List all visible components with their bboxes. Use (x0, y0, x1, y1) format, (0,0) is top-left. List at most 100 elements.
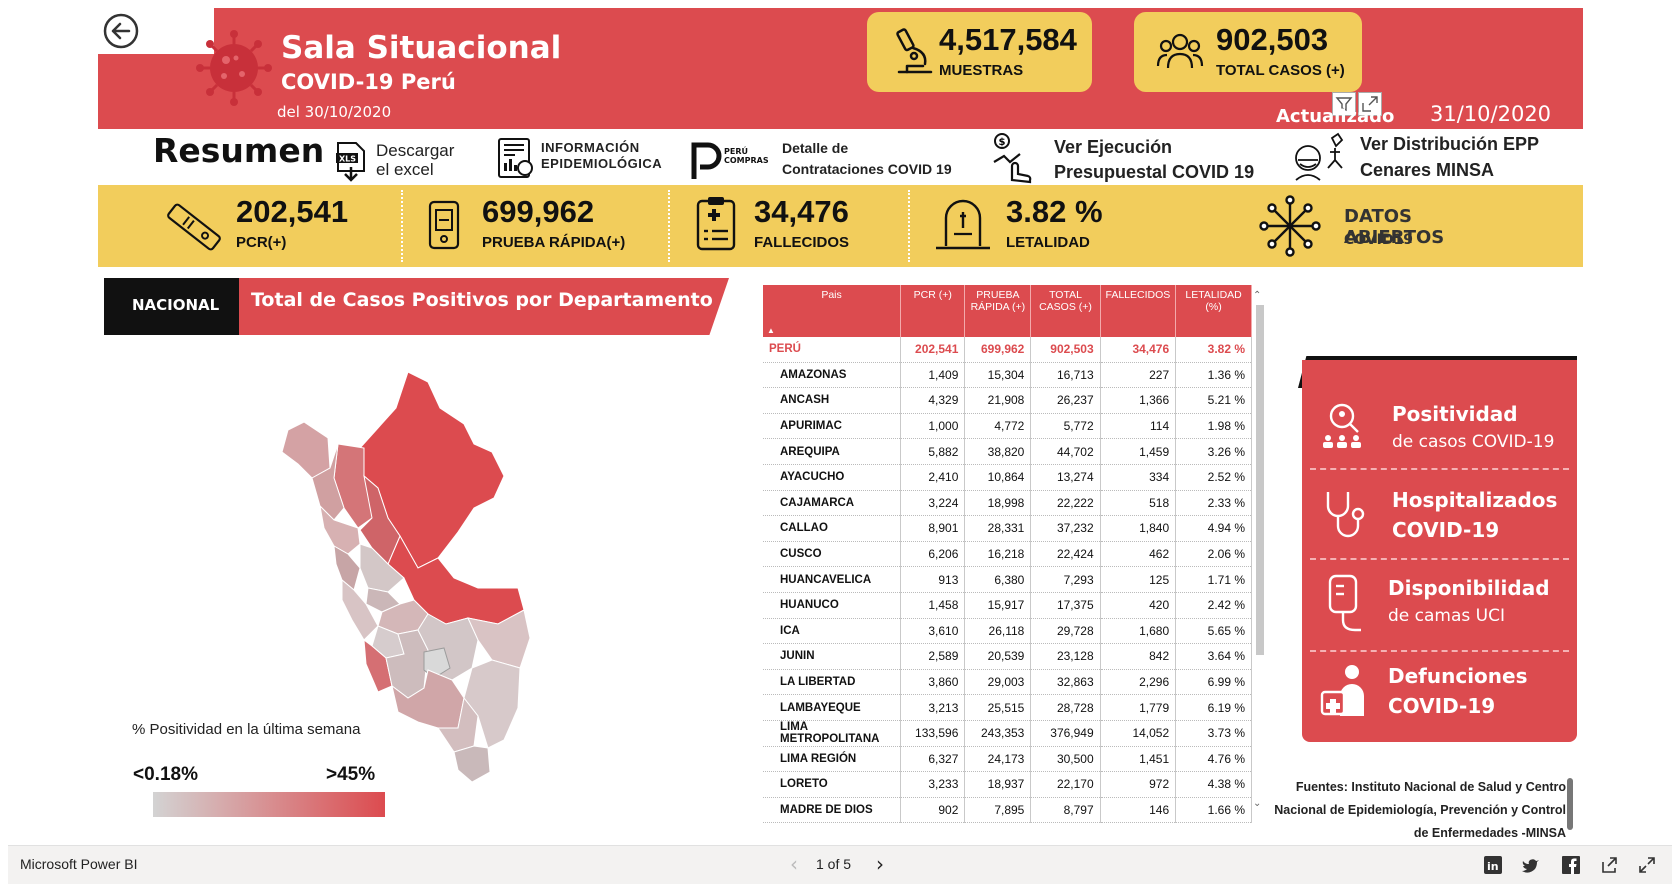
map-title-banner: Total de Casos Positivos por Departament… (239, 278, 729, 335)
table-cell: 37,232 (1030, 515, 1101, 542)
col-header-label: Pais (821, 289, 842, 301)
table-row[interactable]: AREQUIPA 5,882 38,820 44,702 1,459 3.26 % (763, 438, 1252, 465)
nacional-tab[interactable]: NACIONAL (104, 278, 250, 335)
col-header-fallecidos[interactable]: FALLECIDOS (1100, 285, 1177, 337)
table-row[interactable]: LORETO 3,233 18,937 22,170 972 4.38 % (763, 771, 1252, 798)
table-cell: 10,864 (964, 464, 1032, 491)
svg-text:$: $ (999, 137, 1006, 148)
sources-line3: de Enfermedades -MINSA (1413, 826, 1566, 840)
menu-defunciones[interactable]: Defunciones COVID-19 (1302, 658, 1577, 742)
table-row[interactable]: LIMA REGIÓN 6,327 24,173 30,500 1,451 4.76 % (763, 746, 1252, 773)
table-cell: 913 (900, 566, 966, 593)
pcr-stat: 202,541 PCR(+) (160, 190, 390, 262)
table-row[interactable]: LA LIBERTAD 3,860 29,003 32,863 2,296 6.99 % (763, 669, 1252, 696)
table-cell: 6,206 (900, 541, 966, 568)
table-cell: 3,213 (900, 694, 966, 721)
table-row[interactable]: LAMBAYEQUE 3,213 25,515 28,728 1,779 6.19 % (763, 694, 1252, 721)
table-cell: 13,274 (1030, 464, 1101, 491)
linkedin-icon[interactable]: in (1484, 856, 1502, 874)
cell-department: HUANCAVELICA (763, 566, 902, 593)
table-cell: 6.19 % (1175, 694, 1252, 721)
contrataciones-link[interactable]: PERÚ COMPRAS Detalle de Contrataciones C… (688, 137, 960, 183)
peru-choropleth-map[interactable] (268, 368, 578, 808)
distribucion-epp-link[interactable]: Ver Distribución EPP Cenares MINSA (1290, 132, 1550, 184)
download-excel-link[interactable]: XLS Descargar el excel (334, 139, 464, 183)
table-cell: 29,003 (964, 669, 1032, 696)
col-header-letalidad[interactable]: LETALIDAD (%) (1175, 285, 1252, 337)
table-cell: 3.73 % (1175, 720, 1252, 747)
table-row[interactable]: HUANUCO 1,458 15,917 17,375 420 2.42 % (763, 592, 1252, 619)
sources-line2: Nacional de Epidemiología, Prevención y … (1274, 803, 1566, 817)
scroll-down-icon[interactable]: ⌄ (1253, 798, 1261, 809)
table-cell: 3,224 (900, 490, 966, 517)
table-cell: 133,596 (900, 720, 966, 747)
table-row[interactable]: ICA 3,610 26,118 29,728 1,680 5.65 % (763, 618, 1252, 645)
table-cell: 842 (1100, 643, 1177, 670)
table-row[interactable]: ANCASH 4,329 21,908 26,237 1,366 5.21 % (763, 387, 1252, 414)
table-row[interactable]: CUSCO 6,206 16,218 22,424 462 2.06 % (763, 541, 1252, 568)
map-title: Total de Casos Positivos por Departament… (251, 289, 713, 311)
report-date: del 30/10/2020 (277, 103, 392, 121)
sources-scrollbar[interactable] (1567, 778, 1573, 830)
info-epidemiologica-link[interactable]: INFORMACIÓN EPIDEMIOLÓGICA (497, 137, 667, 181)
col-header-total[interactable]: TOTAL CASOS (+) (1030, 285, 1101, 337)
nacional-tab-label: NACIONAL (132, 296, 220, 314)
prev-page-icon[interactable]: ‹ (790, 852, 798, 876)
table-header-row: Pais ▲ PCR (+) PRUEBA RÁPIDA (+) TOTAL CA… (763, 285, 1252, 337)
back-button[interactable] (102, 12, 140, 50)
table-cell: 1.66 % (1175, 797, 1252, 824)
table-row[interactable]: MADRE DE DIOS 902 7,895 8,797 146 1.66 % (763, 797, 1252, 824)
table-cell: 8,797 (1030, 797, 1101, 824)
next-page-icon[interactable]: › (876, 852, 884, 876)
cell-department: HUANUCO (763, 592, 902, 619)
col-header-pais[interactable]: Pais ▲ (763, 285, 902, 337)
table-row[interactable]: AMAZONAS 1,409 15,304 16,713 227 1.36 % (763, 362, 1252, 389)
twitter-icon[interactable] (1522, 856, 1540, 874)
table-row[interactable]: LIMA METROPOLITANA 133,596 243,353 376,949 1… (763, 720, 1252, 747)
col-header-pcr[interactable]: PCR (+) (900, 285, 966, 337)
fallecidos-value: 34,476 (754, 194, 849, 229)
table-cell: 1,840 (1100, 515, 1177, 542)
table-cell: 4,772 (964, 413, 1032, 440)
table-total-row[interactable]: PERÚ 202,541 699,962 902,503 34,476 3.82 % (763, 337, 1252, 363)
cell-department: ANCASH (763, 387, 902, 414)
table-cell: 243,353 (964, 720, 1032, 747)
table-row[interactable]: APURIMAC 1,000 4,772 5,772 114 1.98 % (763, 413, 1252, 440)
share-icon[interactable] (1600, 856, 1618, 874)
updated-label: Actualizado (1276, 106, 1395, 127)
table-cell: 1,779 (1100, 694, 1177, 721)
menu-hospitalizados[interactable]: Hospitalizados COVID-19 (1302, 478, 1577, 568)
navigation-menu: Positividad de casos COVID-19 Hospitaliz… (1302, 360, 1577, 742)
cell-department: AREQUIPA (763, 438, 902, 465)
col-header-prueba-rapida[interactable]: PRUEBA RÁPIDA (+) (964, 285, 1032, 337)
facebook-icon[interactable] (1562, 856, 1580, 874)
scroll-up-icon[interactable]: ⌃ (1253, 290, 1261, 301)
table-cell: 28,728 (1030, 694, 1101, 721)
table-row[interactable]: AYACUCHO 2,410 10,864 13,274 334 2.52 % (763, 464, 1252, 491)
download-excel-line2: el excel (376, 160, 434, 179)
table-cell: 4.38 % (1175, 771, 1252, 798)
table-cell: 38,820 (964, 438, 1032, 465)
table-cell: 15,304 (964, 362, 1032, 389)
table-row[interactable]: HUANCAVELICA 913 6,380 7,293 125 1.71 % (763, 566, 1252, 593)
table-cell: 14,052 (1100, 720, 1177, 747)
table-row[interactable]: CALLAO 8,901 28,331 37,232 1,840 4.94 % (763, 515, 1252, 542)
menu-disponibilidad[interactable]: Disponibilidad de camas UCI (1302, 568, 1577, 658)
letalidad-label: LETALIDAD (1006, 234, 1090, 251)
table-row[interactable]: JUNIN 2,589 20,539 23,128 842 3.64 % (763, 643, 1252, 670)
menu-divider (1310, 650, 1569, 652)
table-scrollbar[interactable] (1256, 305, 1264, 655)
table-cell: 2,296 (1100, 669, 1177, 696)
powerbi-footer: Microsoft Power BI ‹ 1 of 5 › in (8, 845, 1672, 884)
hand-pointer-money-icon: $ (993, 133, 1032, 184)
table-cell: 7,293 (1030, 566, 1101, 593)
datos-abiertos-link[interactable]: DATOS ABIERTOS COVID19 (1258, 192, 1508, 262)
ejecucion-presupuestal-link[interactable]: $ Ver Ejecución Presupuestal COVID 19 (990, 132, 1260, 184)
table-row[interactable]: CAJAMARCA 3,224 18,998 22,222 518 2.33 % (763, 490, 1252, 517)
table-cell: 420 (1100, 592, 1177, 619)
fallecidos-label: FALLECIDOS (754, 234, 850, 251)
table-cell: 26,118 (964, 618, 1032, 645)
fullscreen-icon[interactable] (1638, 856, 1656, 874)
back-arrow-icon (103, 13, 139, 49)
menu-positividad[interactable]: Positividad de casos COVID-19 (1302, 388, 1577, 478)
